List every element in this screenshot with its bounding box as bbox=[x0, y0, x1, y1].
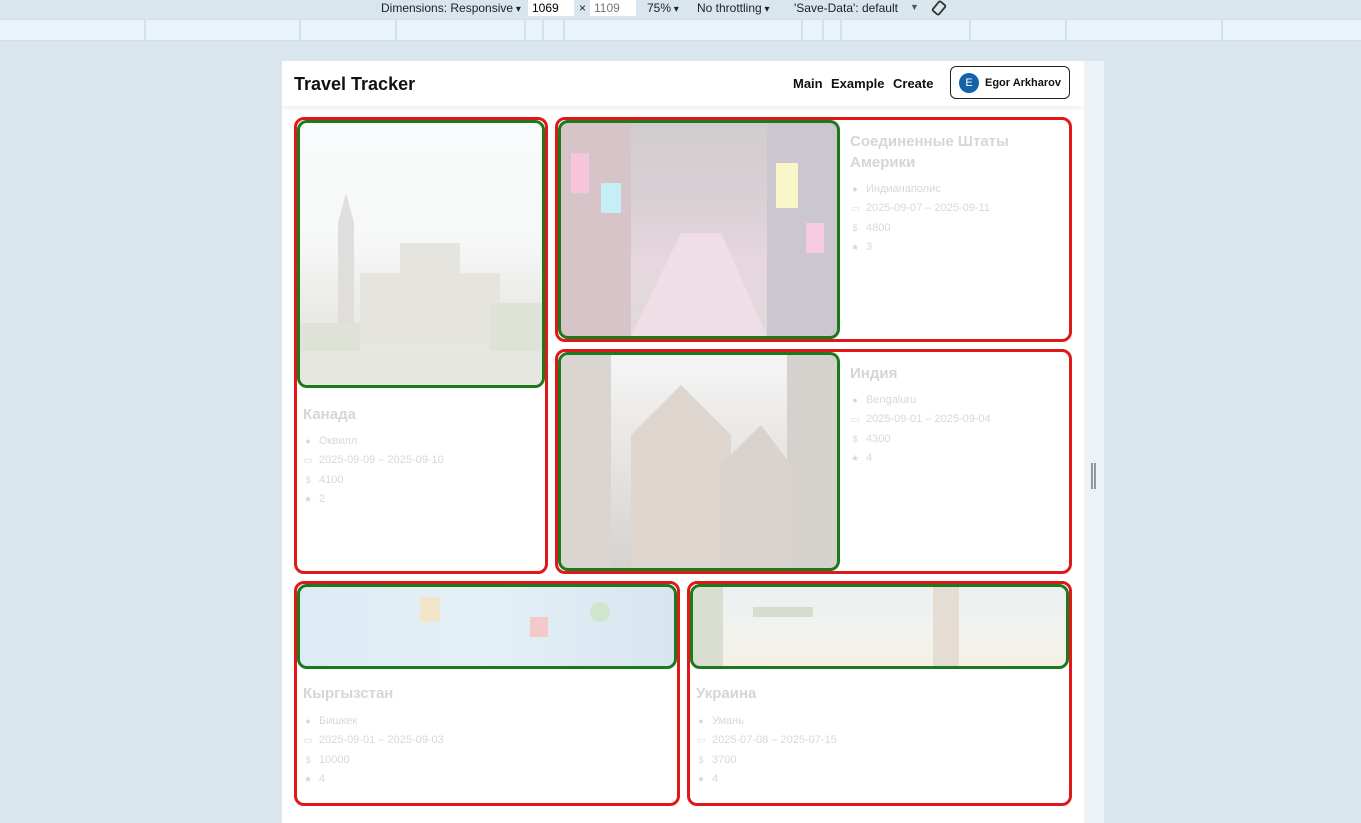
dollar-icon: $ bbox=[305, 474, 311, 485]
card-details: ● Bengaluru ▭ 2025-09-01 – 2025-09-04 $430… bbox=[850, 390, 991, 468]
dimensions-dropdown[interactable]: Dimensions: Responsive bbox=[381, 1, 521, 15]
save-data-chevron-icon[interactable]: ▼ bbox=[910, 2, 919, 12]
devtools-toolbar: Dimensions: Responsive × 75% No throttli… bbox=[0, 0, 1361, 18]
viewport-edge bbox=[1084, 61, 1104, 823]
trip-card[interactable]: Соединенные Штаты Америки ● Индианаполис … bbox=[555, 117, 1072, 342]
star-icon: ★ bbox=[850, 241, 860, 252]
rotate-icon[interactable] bbox=[930, 0, 948, 16]
card-rating: 4 bbox=[319, 773, 326, 786]
calendar-icon: ▭ bbox=[696, 734, 706, 745]
avatar: E bbox=[959, 72, 979, 93]
calendar-icon: ▭ bbox=[850, 413, 860, 424]
card-rating: 2 bbox=[319, 493, 326, 506]
card-dates: 2025-07-08 – 2025-07-15 bbox=[712, 734, 837, 747]
card-rating: 4 bbox=[712, 773, 719, 786]
card-city: Бишкек bbox=[319, 714, 358, 727]
calendar-icon: ▭ bbox=[303, 734, 313, 745]
location-icon: ● bbox=[852, 183, 858, 194]
width-input[interactable] bbox=[528, 0, 574, 16]
card-city: Bengaluru bbox=[866, 393, 917, 406]
card-rating: 4 bbox=[866, 452, 873, 465]
card-dates: 2025-09-09 – 2025-09-10 bbox=[319, 454, 444, 467]
dollar-icon: $ bbox=[852, 222, 858, 233]
card-city: Умань bbox=[712, 714, 744, 727]
card-cost: 3700 bbox=[712, 753, 737, 766]
trip-photo bbox=[690, 584, 1069, 669]
card-title: Соединенные Штаты Америки bbox=[850, 133, 1009, 171]
card-title: Кыргызстан bbox=[303, 685, 394, 702]
trip-card[interactable]: Канада ● Оквилл ▭ 2025-09-09 – 2025-09-10 … bbox=[294, 117, 548, 574]
card-rating: 3 bbox=[866, 241, 873, 254]
dollar-icon: $ bbox=[852, 433, 858, 444]
site-header: Travel Tracker Main Example Create E Ego… bbox=[282, 61, 1084, 106]
card-details: ● Умань ▭ 2025-07-08 – 2025-07-15 $3700 ★ 4 bbox=[696, 711, 837, 789]
user-menu-button[interactable]: E Egor Arkharov bbox=[950, 66, 1070, 99]
calendar-icon: ▭ bbox=[303, 454, 313, 465]
star-icon: ★ bbox=[696, 773, 706, 784]
star-icon: ★ bbox=[303, 493, 313, 504]
card-city: Индианаполис bbox=[866, 182, 941, 195]
card-cost: 4300 bbox=[866, 432, 891, 445]
card-title: Канада bbox=[303, 406, 356, 423]
location-icon: ● bbox=[305, 435, 311, 446]
card-cost: 4100 bbox=[319, 473, 344, 486]
brand-title[interactable]: Travel Tracker bbox=[294, 74, 415, 95]
trip-card[interactable]: Украина ● Умань ▭ 2025-07-08 – 2025-07-15 … bbox=[687, 581, 1072, 806]
card-details: ● Оквилл ▭ 2025-09-09 – 2025-09-10 $4100 ★… bbox=[303, 431, 444, 509]
trip-photo bbox=[297, 120, 545, 388]
location-icon: ● bbox=[305, 715, 311, 726]
nav-create[interactable]: Create bbox=[893, 76, 933, 91]
throttling-dropdown[interactable]: No throttling bbox=[697, 1, 770, 15]
trip-photo bbox=[558, 352, 840, 571]
resize-handle[interactable] bbox=[1091, 463, 1096, 489]
save-data-dropdown[interactable]: 'Save-Data': default bbox=[794, 1, 898, 15]
card-city: Оквилл bbox=[319, 434, 358, 447]
height-input[interactable] bbox=[590, 0, 636, 16]
nav-main[interactable]: Main bbox=[793, 76, 823, 91]
card-dates: 2025-09-01 – 2025-09-03 bbox=[319, 734, 444, 747]
card-cost: 10000 bbox=[319, 753, 350, 766]
trip-photo bbox=[558, 120, 840, 339]
times-label: × bbox=[579, 1, 587, 15]
card-cost: 4800 bbox=[866, 221, 891, 234]
card-details: ● Индианаполис ▭ 2025-09-07 – 2025-09-11 $… bbox=[850, 179, 990, 257]
nav-example[interactable]: Example bbox=[831, 76, 884, 91]
user-name: Egor Arkharov bbox=[985, 76, 1062, 89]
location-icon: ● bbox=[698, 715, 704, 726]
star-icon: ★ bbox=[303, 773, 313, 784]
trip-card[interactable]: Кыргызстан ● Бишкек ▭ 2025-09-01 – 2025-09… bbox=[294, 581, 680, 806]
card-details: ● Бишкек ▭ 2025-09-01 – 2025-09-03 $10000 … bbox=[303, 711, 444, 789]
card-title: Украина bbox=[696, 685, 757, 702]
media-query-ruler bbox=[0, 19, 1361, 41]
trip-photo bbox=[297, 584, 677, 669]
card-dates: 2025-09-07 – 2025-09-11 bbox=[866, 202, 990, 215]
trip-card[interactable]: Индия ● Bengaluru ▭ 2025-09-01 – 2025-09-0… bbox=[555, 349, 1072, 574]
card-dates: 2025-09-01 – 2025-09-04 bbox=[866, 413, 991, 426]
zoom-dropdown[interactable]: 75% bbox=[647, 1, 679, 15]
star-icon: ★ bbox=[850, 452, 860, 463]
calendar-icon: ▭ bbox=[850, 202, 860, 213]
dollar-icon: $ bbox=[698, 754, 704, 765]
location-icon: ● bbox=[852, 394, 858, 405]
page-viewport: Travel Tracker Main Example Create E Ego… bbox=[282, 61, 1084, 823]
card-title: Индия bbox=[850, 365, 898, 382]
dollar-icon: $ bbox=[305, 754, 311, 765]
